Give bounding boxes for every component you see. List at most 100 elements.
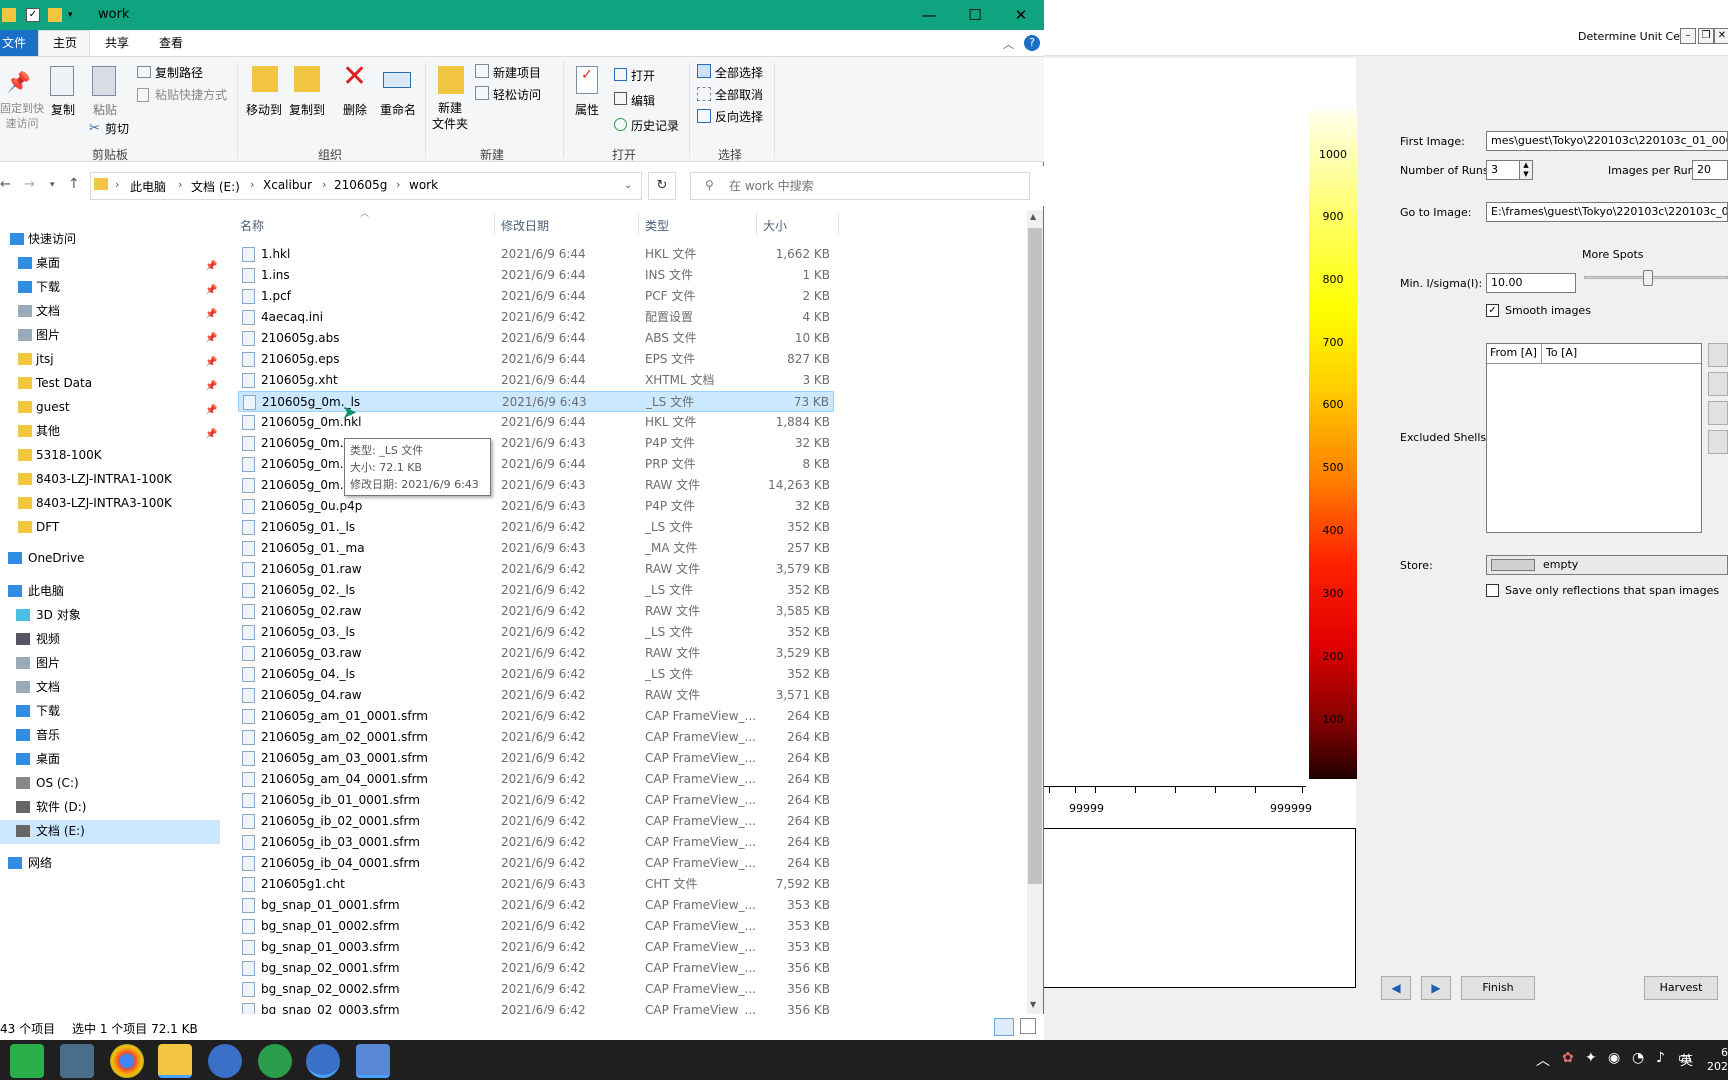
pin-quick-access-button[interactable]: 固定到快速访问 bbox=[0, 101, 44, 131]
collapse-ribbon-icon[interactable]: ︿ bbox=[1003, 36, 1014, 52]
runs-field[interactable]: 3 bbox=[1486, 160, 1520, 180]
select-none-button[interactable]: 全部取消 bbox=[715, 86, 763, 103]
nav-item-8[interactable]: 5318-100K bbox=[0, 444, 220, 466]
select-all-button[interactable]: 全部选择 bbox=[715, 64, 763, 81]
harvest-button[interactable]: Harvest bbox=[1644, 976, 1718, 1000]
app-icon[interactable] bbox=[258, 1044, 292, 1078]
nav-pc-item-1[interactable]: 视频 bbox=[0, 628, 220, 650]
new-item-button[interactable]: 新建项目 bbox=[493, 64, 541, 81]
table-row[interactable]: 210605g_02.raw 2021/6/9 6:42 RAW 文件 3,585 K… bbox=[238, 601, 834, 622]
table-row[interactable]: 210605g_01._ma 2021/6/9 6:43 _MA 文件 257 KB bbox=[238, 538, 834, 559]
nav-quick-access[interactable]: 快速访问 bbox=[0, 228, 220, 250]
nav-item-7[interactable]: 其他 📌 bbox=[0, 420, 220, 442]
copy-button[interactable]: 复制 bbox=[48, 101, 78, 118]
tray-app-icon[interactable]: ◉ bbox=[1608, 1050, 1620, 1066]
paste-shortcut-button[interactable]: 粘贴快捷方式 bbox=[155, 86, 227, 103]
shell-edit-button[interactable] bbox=[1708, 372, 1728, 396]
up-icon[interactable]: ↑ bbox=[68, 176, 80, 192]
input-language[interactable]: 英 bbox=[1680, 1050, 1693, 1069]
column-header-size[interactable]: 大小 bbox=[763, 217, 787, 234]
table-row[interactable]: 210605g1.cht 2021/6/9 6:43 CHT 文件 7,592 KB bbox=[238, 874, 834, 895]
pin-icon[interactable]: 📌 bbox=[205, 328, 217, 350]
tray-app-icon[interactable]: ✦ bbox=[1585, 1050, 1597, 1066]
store-dropdown[interactable]: empty bbox=[1486, 555, 1728, 575]
table-row[interactable]: 1.hkl 2021/6/9 6:44 HKL 文件 1,662 KB bbox=[238, 244, 834, 265]
table-row[interactable]: 210605g_0u.p4p 2021/6/9 6:43 P4P 文件 32 KB bbox=[238, 496, 834, 517]
table-row[interactable]: bg_snap_01_0002.sfrm 2021/6/9 6:42 CAP Fra… bbox=[238, 916, 834, 937]
edit-button[interactable]: 编辑 bbox=[631, 92, 655, 109]
refresh-icon[interactable]: ↻ bbox=[648, 172, 676, 200]
column-header-name[interactable]: 名称 bbox=[240, 217, 264, 234]
app-icon[interactable] bbox=[306, 1044, 340, 1078]
volume-icon[interactable]: ♪ bbox=[1656, 1050, 1665, 1066]
properties-qat-icon[interactable]: ✓ bbox=[26, 8, 40, 22]
close-icon[interactable]: ✕ bbox=[1714, 28, 1728, 44]
easy-access-button[interactable]: 轻松访问 bbox=[493, 86, 541, 103]
new-folder-button[interactable]: 新建 文件夹 bbox=[430, 100, 470, 132]
nav-pc-item-4[interactable]: 下载 bbox=[0, 700, 220, 722]
wechat-icon[interactable] bbox=[10, 1044, 44, 1078]
save-only-checkbox[interactable] bbox=[1486, 584, 1499, 597]
from-column-header[interactable]: From [A] bbox=[1487, 344, 1542, 364]
minimize-icon[interactable]: – bbox=[1680, 28, 1696, 44]
table-row[interactable]: 210605g.abs 2021/6/9 6:44 ABS 文件 10 KB bbox=[238, 328, 834, 349]
chrome-icon[interactable] bbox=[110, 1044, 144, 1078]
previous-button[interactable]: ◀ bbox=[1381, 976, 1411, 1000]
pin-icon[interactable]: 📌 bbox=[205, 424, 217, 446]
breadcrumb-210605g[interactable]: 210605g bbox=[334, 178, 387, 192]
rename-button[interactable]: 重命名 bbox=[376, 101, 420, 118]
column-divider[interactable] bbox=[838, 212, 839, 236]
nav-pc-item-7[interactable]: OS (C:) bbox=[0, 772, 220, 794]
excluded-shells-table[interactable] bbox=[1486, 343, 1702, 533]
table-row[interactable]: 210605g_am_03_0001.sfrm 2021/6/9 6:42 CAP … bbox=[238, 748, 834, 769]
forward-icon[interactable]: → bbox=[24, 177, 35, 192]
table-row[interactable]: bg_snap_01_0003.sfrm 2021/6/9 6:42 CAP Fra… bbox=[238, 937, 834, 958]
table-row[interactable]: 210605g_03._ls 2021/6/9 6:42 _LS 文件 352 KB bbox=[238, 622, 834, 643]
app-icon[interactable] bbox=[208, 1044, 242, 1078]
tab-view[interactable]: 查看 bbox=[159, 34, 183, 51]
table-row-selected[interactable]: 210605g_0m._ls 2021/6/9 6:43 _LS 文件 73 KB bbox=[238, 391, 834, 412]
paste-button[interactable]: 粘贴 bbox=[90, 101, 120, 118]
table-row[interactable]: bg_snap_02_0002.sfrm 2021/6/9 6:42 CAP Fra… bbox=[238, 979, 834, 1000]
maximize-icon[interactable]: ☐ bbox=[952, 0, 998, 30]
breadcrumb-xcalibur[interactable]: Xcalibur bbox=[263, 178, 312, 192]
large-icons-view-icon[interactable] bbox=[1020, 1018, 1036, 1034]
table-row[interactable]: 210605g_0m.raw 2021/6/9 6:43 RAW 文件 14,263 … bbox=[238, 475, 834, 496]
nav-item-10[interactable]: 8403-LZJ-INTRA3-100K bbox=[0, 492, 220, 514]
nav-item-9[interactable]: 8403-LZJ-INTRA1-100K bbox=[0, 468, 220, 490]
restore-icon[interactable]: ❐ bbox=[1698, 28, 1714, 44]
properties-button[interactable]: 属性 bbox=[570, 101, 604, 118]
to-column-header[interactable]: To [A] bbox=[1542, 344, 1701, 364]
search-box[interactable]: ⚲ bbox=[690, 172, 1030, 200]
nav-pc-item-9[interactable]: 文档 (E:) bbox=[0, 820, 220, 842]
table-row[interactable]: 210605g_04._ls 2021/6/9 6:42 _LS 文件 352 KB bbox=[238, 664, 834, 685]
close-icon[interactable]: ✕ bbox=[998, 0, 1044, 30]
goto-field[interactable]: E:\frames\guest\Tokyo\220103c\220103c_01… bbox=[1486, 202, 1728, 222]
table-row[interactable]: 210605g_0m.p4p 2021/6/9 6:43 P4P 文件 32 KB bbox=[238, 433, 834, 454]
qat-dropdown-icon[interactable]: ▾ bbox=[68, 8, 82, 22]
table-row[interactable]: bg_snap_02_0001.sfrm 2021/6/9 6:42 CAP Fra… bbox=[238, 958, 834, 979]
table-row[interactable]: 210605g_03.raw 2021/6/9 6:42 RAW 文件 3,529 K… bbox=[238, 643, 834, 664]
tab-home[interactable]: 主页 bbox=[53, 34, 77, 51]
table-row[interactable]: 210605g.xht 2021/6/9 6:44 XHTML 文档 3 KB bbox=[238, 370, 834, 391]
nav-this-pc[interactable]: 此电脑 bbox=[0, 580, 220, 602]
table-row[interactable]: 210605g_am_02_0001.sfrm 2021/6/9 6:42 CAP … bbox=[238, 727, 834, 748]
wifi-icon[interactable]: ◔ bbox=[1632, 1050, 1644, 1066]
nav-item-5[interactable]: Test Data 📌 bbox=[0, 372, 220, 394]
pin-icon[interactable]: 📌 bbox=[205, 304, 217, 326]
calculator-icon[interactable] bbox=[60, 1044, 94, 1078]
copy-to-button[interactable]: 复制到 bbox=[285, 101, 329, 118]
column-header-type[interactable]: 类型 bbox=[645, 217, 669, 234]
nav-pc-item-0[interactable]: 3D 对象 bbox=[0, 604, 220, 626]
nav-item-11[interactable]: DFT bbox=[0, 516, 220, 538]
app-icon[interactable] bbox=[356, 1044, 390, 1078]
smooth-checkbox[interactable]: ✓ bbox=[1486, 304, 1499, 317]
nav-onedrive[interactable]: OneDrive bbox=[0, 547, 220, 569]
nav-item-4[interactable]: jtsj 📌 bbox=[0, 348, 220, 370]
table-row[interactable]: 210605g_0m.hkl 2021/6/9 6:44 HKL 文件 1,884 K… bbox=[238, 412, 834, 433]
pin-icon[interactable]: 📌 bbox=[205, 376, 217, 398]
tray-chevron-icon[interactable]: ︿ bbox=[1536, 1050, 1550, 1070]
first-image-field[interactable]: mes\guest\Tokyo\220103c\220103c_01_0001.… bbox=[1486, 131, 1728, 151]
min-sigma-field[interactable]: 10.00 bbox=[1486, 273, 1576, 293]
back-icon[interactable]: ← bbox=[0, 177, 11, 192]
